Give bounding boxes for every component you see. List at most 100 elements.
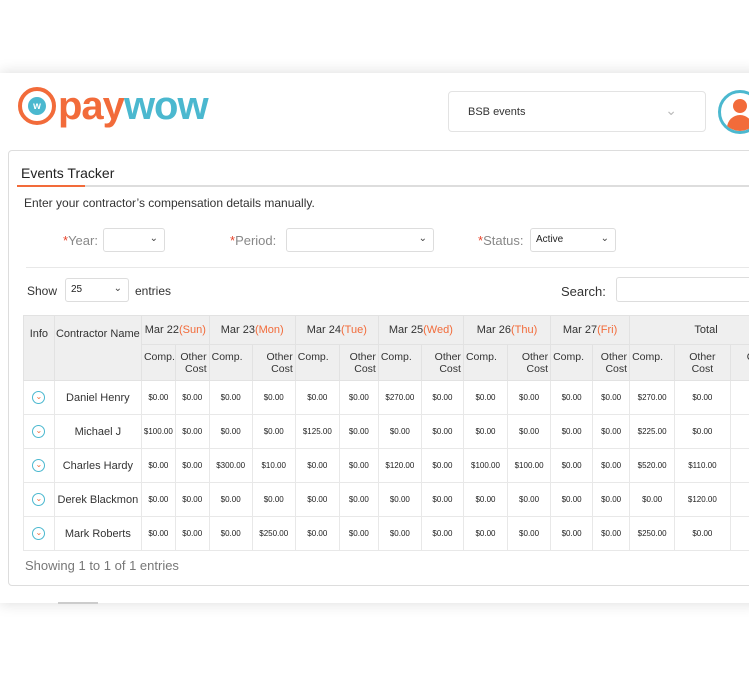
entries-length-select[interactable]: 25 ⌄: [65, 278, 129, 302]
amount-cell[interactable]: $0.00: [674, 516, 731, 551]
amount-cell[interactable]: $630.00: [729, 448, 749, 483]
amount-cell[interactable]: $0.00: [174, 448, 210, 483]
amount-cell[interactable]: $0.00: [208, 516, 253, 551]
period-select[interactable]: ⌄: [286, 228, 434, 252]
amount-cell[interactable]: $110.00: [674, 448, 731, 483]
amount-cell[interactable]: $0.00: [208, 482, 253, 517]
amount-cell[interactable]: $0.00: [377, 516, 422, 551]
amount-cell[interactable]: $0.00: [294, 516, 340, 551]
info-toggle[interactable]: ⌄: [23, 516, 55, 551]
amount-cell[interactable]: $0.00: [208, 414, 253, 449]
scroll-stub: [58, 602, 98, 604]
amount-cell[interactable]: $0.00: [507, 414, 552, 449]
amount-cell[interactable]: $120.00: [674, 482, 731, 517]
amount-cell[interactable]: $0.00: [140, 448, 176, 483]
chevron-circle-down-icon[interactable]: ⌄: [32, 425, 46, 438]
amount-cell[interactable]: $0.00: [507, 482, 552, 517]
amount-cell[interactable]: $0.00: [140, 516, 176, 551]
amount-cell[interactable]: $0.00: [338, 482, 379, 517]
status-select[interactable]: Active ⌄: [530, 228, 616, 252]
amount-cell[interactable]: $0.00: [507, 516, 552, 551]
amount-cell[interactable]: $300.00: [208, 448, 253, 483]
amount-cell[interactable]: $0.00: [251, 380, 296, 415]
amount-cell[interactable]: $0.00: [294, 482, 340, 517]
info-toggle[interactable]: ⌄: [23, 380, 55, 415]
amount-cell[interactable]: $0.00: [592, 414, 631, 449]
amount-cell[interactable]: $250.00: [251, 516, 296, 551]
amount-cell[interactable]: $120.00: [377, 448, 422, 483]
amount-cell[interactable]: $0.00: [462, 516, 509, 551]
amount-cell[interactable]: $520.00: [629, 448, 676, 483]
amount-cell[interactable]: $0.00: [629, 482, 676, 517]
chevron-circle-down-icon[interactable]: ⌄: [32, 459, 46, 472]
amount-cell[interactable]: $0.00: [174, 482, 210, 517]
amount-cell[interactable]: $0.00: [674, 414, 731, 449]
amount-cell[interactable]: $300.00: [729, 380, 749, 415]
other-header: Other Cost: [338, 344, 379, 381]
total-header: Total: [629, 315, 749, 345]
amount-cell[interactable]: $0.00: [338, 380, 379, 415]
amount-cell[interactable]: $0.00: [140, 482, 176, 517]
amount-cell[interactable]: $10.00: [251, 448, 296, 483]
amount-cell[interactable]: $100.00: [507, 448, 552, 483]
amount-cell[interactable]: $0.00: [420, 516, 464, 551]
amount-cell[interactable]: $0.00: [338, 516, 379, 551]
amount-cell[interactable]: $270.00: [629, 380, 676, 415]
amount-cell[interactable]: $0.00: [420, 380, 464, 415]
amount-cell[interactable]: $0.00: [377, 482, 422, 517]
amount-cell[interactable]: $125.00: [294, 414, 340, 449]
organization-select[interactable]: BSB events ⌄: [448, 91, 706, 132]
amount-cell[interactable]: $100.00: [140, 414, 176, 449]
amount-cell[interactable]: $270.00: [377, 380, 422, 415]
amount-cell[interactable]: $0.00: [174, 516, 210, 551]
info-toggle[interactable]: ⌄: [23, 414, 55, 449]
amount-cell[interactable]: $0.00: [338, 448, 379, 483]
year-select[interactable]: ⌄: [103, 228, 165, 252]
amount-cell[interactable]: $0.00: [338, 414, 379, 449]
amount-cell[interactable]: $0.00: [674, 380, 731, 415]
amount-cell[interactable]: $0.00: [462, 380, 509, 415]
amount-cell[interactable]: $0.00: [140, 380, 176, 415]
chevron-circle-down-icon[interactable]: ⌄: [32, 527, 46, 540]
amount-cell[interactable]: $225.00: [629, 414, 676, 449]
amount-cell[interactable]: $0.00: [251, 482, 296, 517]
amount-cell[interactable]: $0.00: [550, 482, 594, 517]
amount-cell[interactable]: $0.00: [550, 414, 594, 449]
search-input[interactable]: [616, 277, 749, 302]
year-label: *Year:: [63, 233, 98, 248]
status-label: *Status:: [478, 233, 524, 248]
amount-cell[interactable]: $420.00: [729, 414, 749, 449]
amount-cell[interactable]: $0.00: [294, 448, 340, 483]
amount-cell[interactable]: $100.00: [462, 448, 509, 483]
chevron-circle-down-icon[interactable]: ⌄: [32, 493, 46, 506]
amount-cell[interactable]: $0.00: [208, 380, 253, 415]
info-toggle[interactable]: ⌄: [23, 482, 55, 517]
amount-cell[interactable]: $120.00: [729, 482, 749, 517]
amount-cell[interactable]: $250.00: [729, 516, 749, 551]
paywow-logo[interactable]: w paywow: [18, 86, 209, 126]
amount-cell[interactable]: $0.00: [592, 380, 631, 415]
amount-cell[interactable]: $0.00: [420, 414, 464, 449]
amount-cell[interactable]: $0.00: [592, 482, 631, 517]
amount-cell[interactable]: $0.00: [420, 482, 464, 517]
amount-cell[interactable]: $0.00: [592, 448, 631, 483]
amount-cell[interactable]: $0.00: [507, 380, 552, 415]
amount-cell[interactable]: $0.00: [462, 414, 509, 449]
amount-cell[interactable]: $0.00: [550, 448, 594, 483]
amount-cell[interactable]: $0.00: [592, 516, 631, 551]
amount-cell[interactable]: $0.00: [550, 380, 594, 415]
amount-cell[interactable]: $0.00: [174, 380, 210, 415]
entries-label: entries: [135, 284, 172, 298]
amount-cell[interactable]: $0.00: [462, 482, 509, 517]
contractor-name-header[interactable]: Contractor Name: [53, 315, 142, 381]
amount-cell[interactable]: $0.00: [377, 414, 422, 449]
amount-cell[interactable]: $0.00: [251, 414, 296, 449]
amount-cell[interactable]: $0.00: [420, 448, 464, 483]
amount-cell[interactable]: $0.00: [294, 380, 340, 415]
amount-cell[interactable]: $0.00: [174, 414, 210, 449]
info-toggle[interactable]: ⌄: [23, 448, 55, 483]
description: Enter your contractor’s compensation det…: [24, 196, 315, 210]
amount-cell[interactable]: $0.00: [550, 516, 594, 551]
amount-cell[interactable]: $250.00: [629, 516, 676, 551]
chevron-circle-down-icon[interactable]: ⌄: [32, 391, 46, 404]
